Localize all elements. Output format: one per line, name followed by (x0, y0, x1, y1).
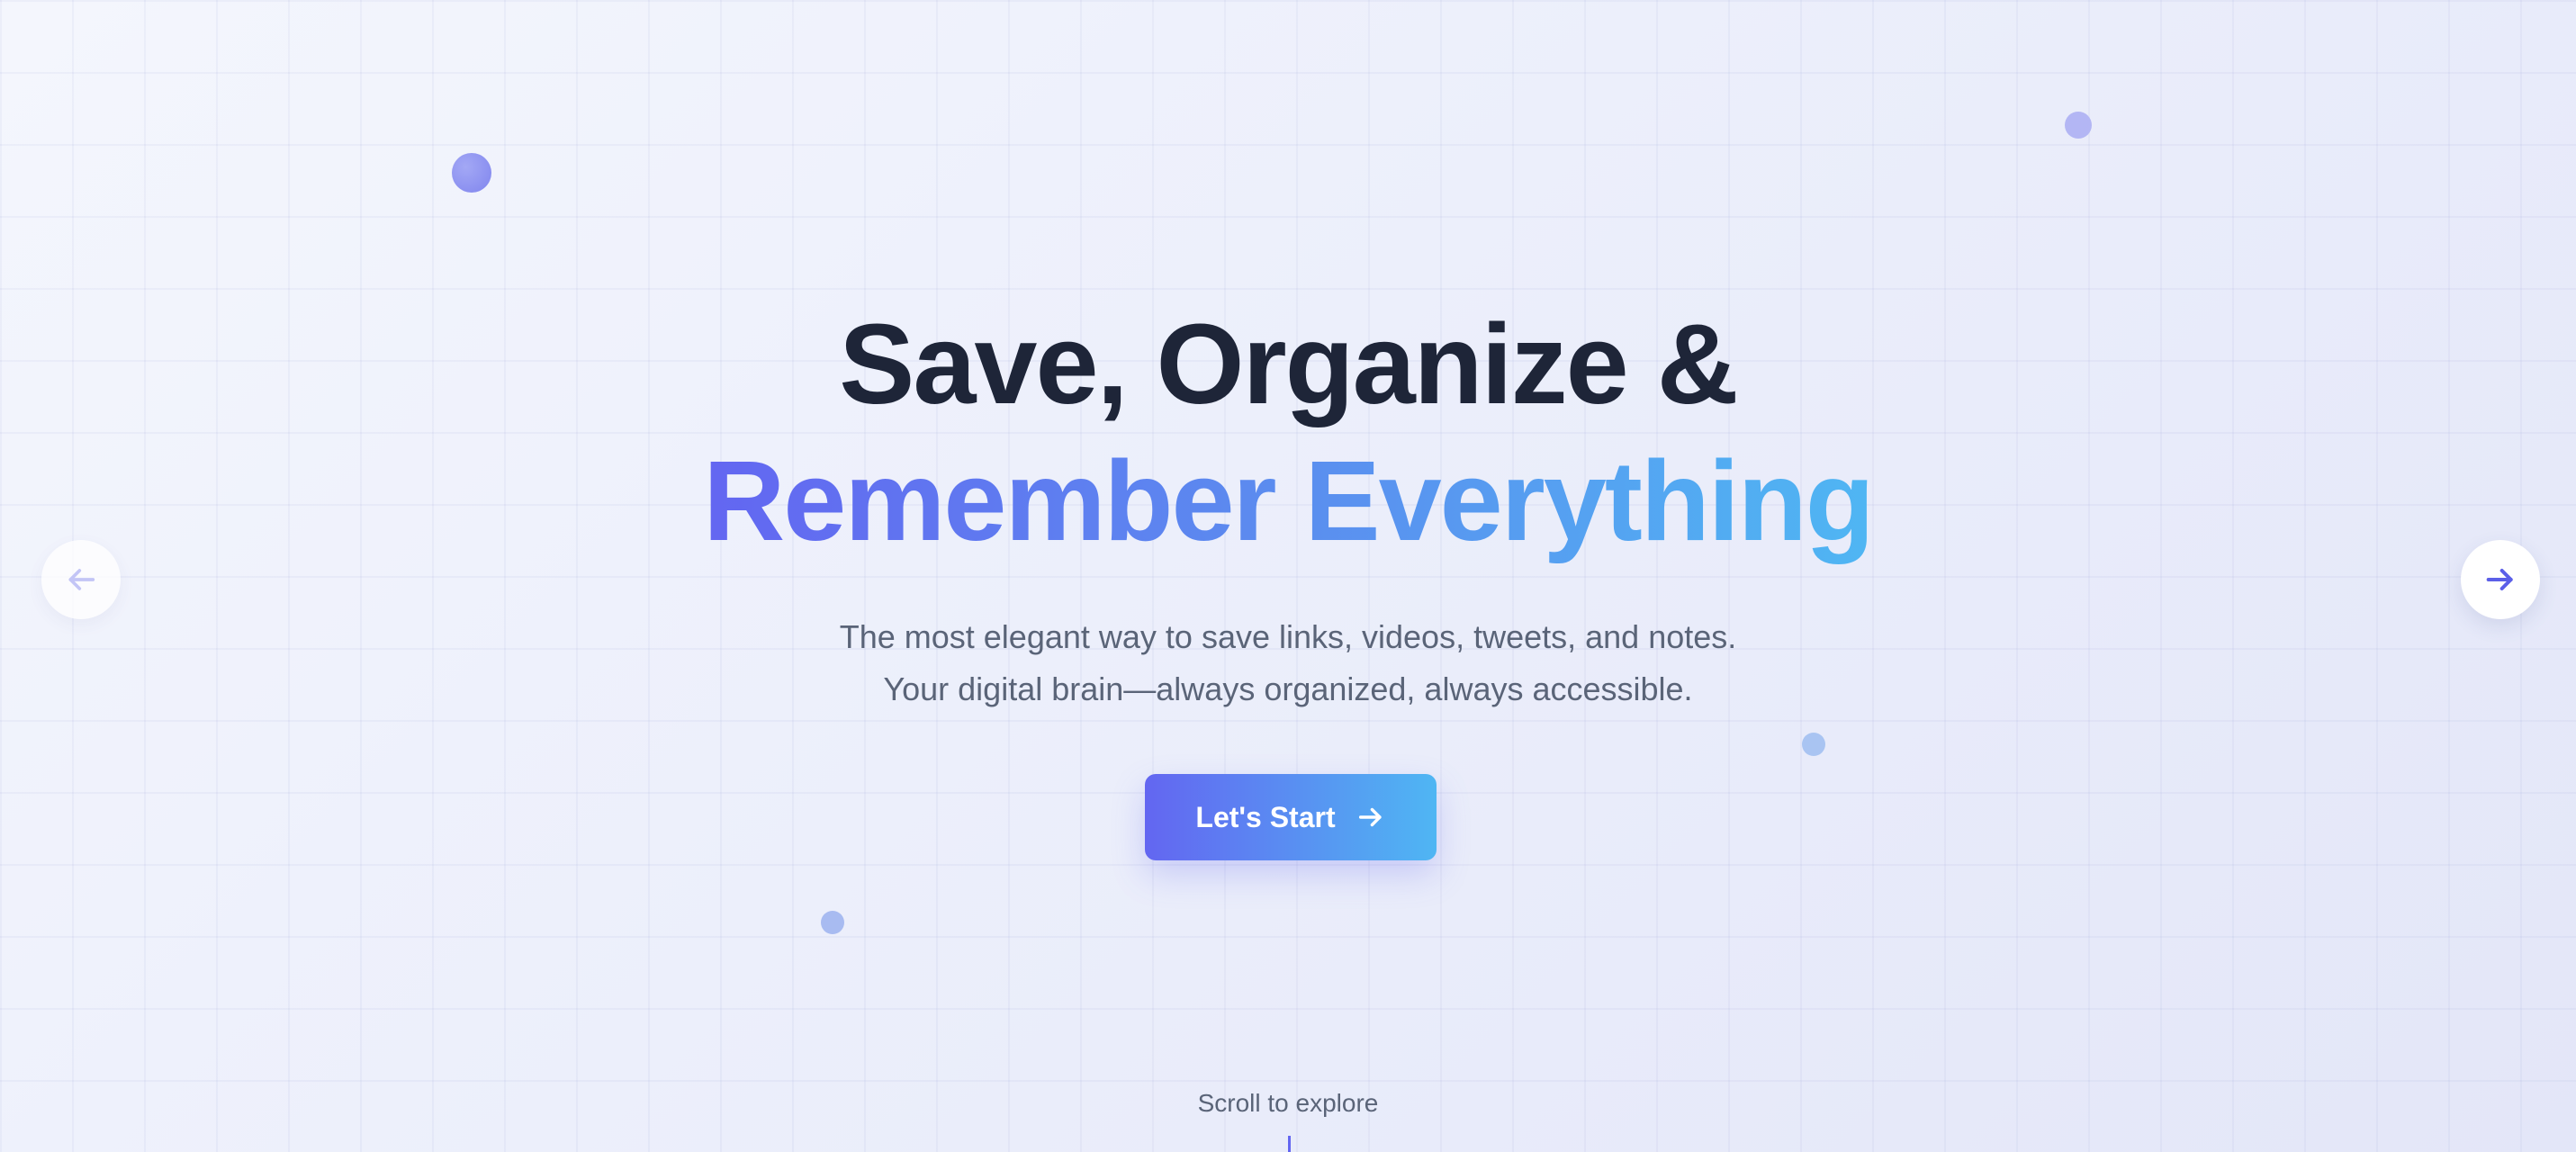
decorative-dot (452, 153, 491, 193)
arrow-left-icon (68, 569, 95, 590)
carousel-prev-button[interactable] (41, 540, 121, 619)
lets-start-label: Let's Start (1195, 800, 1336, 833)
lets-start-button[interactable]: Let's Start (1145, 774, 1437, 860)
arrow-right-icon (2486, 569, 2513, 590)
hero-title-line-1: Save, Organize & (839, 301, 1738, 428)
arrow-right-icon (1358, 807, 1382, 827)
hero-title-gradient-text: Remember Everything (703, 437, 1874, 564)
carousel-next-button[interactable] (2461, 540, 2540, 619)
scroll-indicator[interactable] (1288, 1136, 1291, 1152)
hero-subtitle-line-2: Your digital brain—always organized, alw… (883, 670, 1693, 707)
decorative-dot (2065, 112, 2092, 139)
hero-subtitle-line-1: The most elegant way to save links, vide… (839, 618, 1737, 655)
decorative-dot (821, 911, 844, 934)
background-grid (0, 0, 2576, 1152)
scroll-to-explore-label: Scroll to explore (1197, 1089, 1379, 1117)
decorative-dot (1802, 733, 1825, 756)
hero-title-line-2: Remember Everything (0, 443, 2576, 560)
